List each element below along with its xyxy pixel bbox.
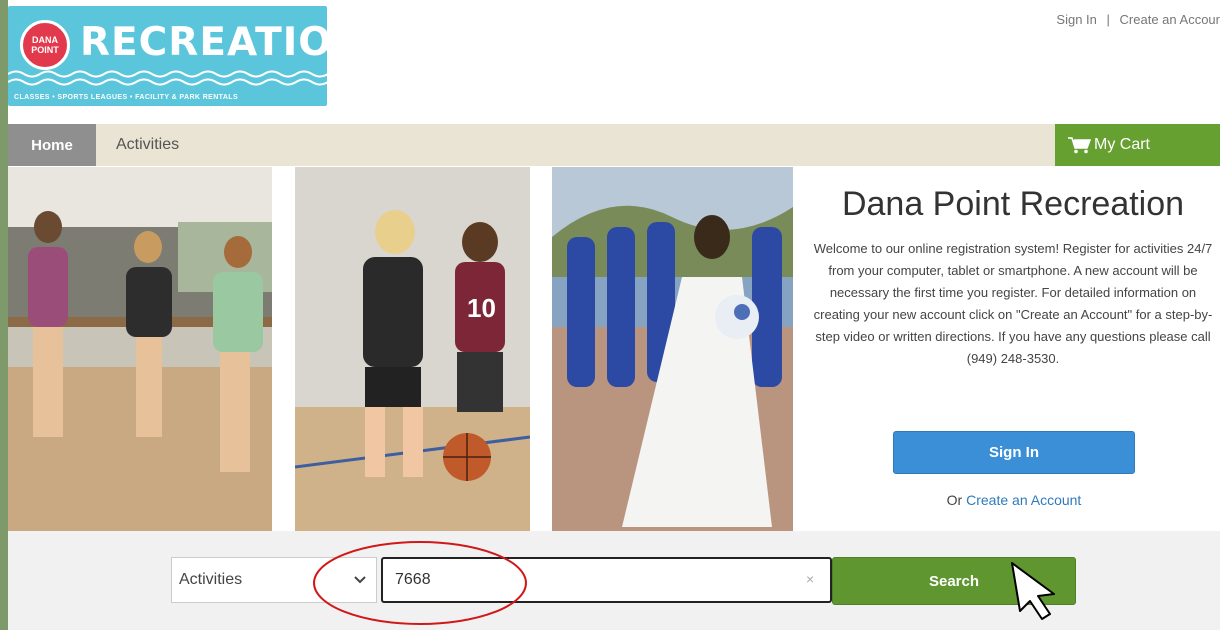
welcome-text: Welcome to our online registration syste… <box>813 241 1213 366</box>
logo-tagline: CLASSES • SPORTS LEAGUES • FACILITY & PA… <box>14 94 239 101</box>
photo-bride-and-bridesmaids <box>552 167 793 531</box>
link-separator: | <box>1106 12 1110 27</box>
page-title: Dana Point Recreation <box>841 185 1185 223</box>
photo-basketball-kids: 10 <box>295 167 530 531</box>
mouse-pointer-icon <box>1011 562 1055 620</box>
logo-wordmark: RECREATION <box>80 20 327 65</box>
nav-home-tab[interactable]: Home <box>8 124 96 166</box>
account-links: Sign In | Create an Accour <box>1056 12 1220 27</box>
logo-badge: DANA POINT <box>20 20 70 70</box>
logo-waves-graphic <box>8 70 327 86</box>
my-cart-button[interactable]: My Cart <box>1055 124 1220 166</box>
my-cart-label: My Cart <box>1094 136 1150 153</box>
site-logo[interactable]: DANA POINT RECREATION CLASSES • SPORTS L… <box>8 6 327 106</box>
photo-dance-class <box>8 167 272 531</box>
create-account-prompt: Or Create an Account <box>893 492 1135 508</box>
nav-activities-tab[interactable]: Activities <box>116 124 179 166</box>
clear-search-icon[interactable]: × <box>806 571 814 587</box>
sign-in-button[interactable]: Sign In <box>893 431 1135 474</box>
main-nav: Home Activities My Cart <box>8 124 1220 166</box>
sign-in-link[interactable]: Sign In <box>1056 12 1096 27</box>
welcome-panel: Dana Point Recreation Welcome to our onl… <box>813 185 1213 370</box>
page: DANA POINT RECREATION CLASSES • SPORTS L… <box>8 0 1220 630</box>
annotation-ellipse <box>313 541 527 625</box>
create-account-link[interactable]: Create an Accour <box>1120 12 1220 27</box>
svg-text:10: 10 <box>467 293 496 323</box>
create-account-cta-link[interactable]: Create an Account <box>966 492 1081 508</box>
category-select-value: Activities <box>179 571 243 588</box>
cart-icon <box>1068 137 1091 154</box>
or-text: Or <box>946 492 963 508</box>
